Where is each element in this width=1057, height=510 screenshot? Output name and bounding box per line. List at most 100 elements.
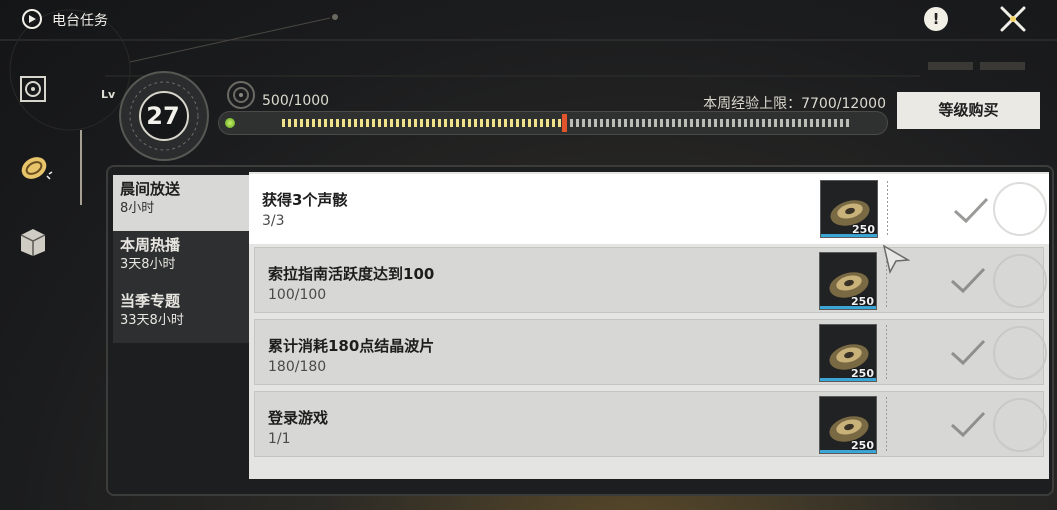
xp-tick bbox=[618, 119, 621, 127]
page-title: 电台任务 bbox=[52, 13, 108, 29]
xp-tick bbox=[432, 119, 435, 127]
sidebar-item-tasks-icon[interactable] bbox=[14, 148, 54, 188]
task-title: 索拉指南活跃度达到100 bbox=[268, 265, 435, 283]
level-number: 27 bbox=[146, 102, 180, 130]
xp-tick bbox=[822, 119, 825, 127]
xp-tick bbox=[306, 119, 309, 127]
progress-start-dot bbox=[225, 118, 235, 128]
xp-tick bbox=[666, 119, 669, 127]
xp-tick bbox=[720, 119, 723, 127]
xp-tick bbox=[810, 119, 813, 127]
decorative-ring bbox=[993, 182, 1047, 236]
xp-tick bbox=[714, 119, 717, 127]
reward-item[interactable]: 250 bbox=[819, 252, 877, 310]
xp-tick bbox=[444, 119, 447, 127]
decorative-ring bbox=[993, 326, 1047, 380]
reward-item[interactable]: 250 bbox=[819, 324, 877, 382]
xp-tick bbox=[354, 119, 357, 127]
xp-tick bbox=[804, 119, 807, 127]
reward-count: 250 bbox=[851, 295, 874, 308]
xp-tick bbox=[612, 119, 615, 127]
xp-tick bbox=[282, 119, 285, 127]
xp-tick bbox=[816, 119, 819, 127]
task-row[interactable]: 获得3个声骸 3/3 bbox=[249, 174, 1049, 244]
xp-tick bbox=[762, 119, 765, 127]
xp-tick bbox=[330, 119, 333, 127]
completed-check-icon bbox=[950, 411, 986, 438]
xp-tick bbox=[648, 119, 651, 127]
xp-tick bbox=[486, 119, 489, 127]
task-row[interactable]: 累计消耗180点结晶波片 180/180 bbox=[254, 319, 1044, 385]
xp-tick bbox=[492, 119, 495, 127]
xp-tick bbox=[504, 119, 507, 127]
completed-check-icon bbox=[950, 339, 986, 366]
xp-tick bbox=[570, 119, 573, 127]
task-progress: 1/1 bbox=[268, 431, 291, 447]
reward-item[interactable]: 250 bbox=[820, 180, 878, 238]
row-separator bbox=[886, 397, 887, 453]
level-label: Lv bbox=[101, 88, 116, 101]
weekly-limit-text: 本周经验上限：7700/12000 bbox=[703, 96, 886, 112]
decorative-ring bbox=[993, 254, 1047, 308]
xp-tick bbox=[708, 119, 711, 127]
reward-count: 250 bbox=[852, 223, 875, 236]
xp-tick bbox=[528, 119, 531, 127]
xp-tick bbox=[696, 119, 699, 127]
category-time: 3天8小时 bbox=[120, 257, 176, 272]
close-icon[interactable] bbox=[998, 4, 1028, 34]
category-tab-weekly[interactable]: 本周热播 3天8小时 bbox=[113, 231, 252, 287]
xp-tick bbox=[300, 119, 303, 127]
xp-tick bbox=[786, 119, 789, 127]
xp-tick bbox=[426, 119, 429, 127]
category-tab-season[interactable]: 当季专题 33天8小时 bbox=[113, 287, 252, 343]
xp-tick bbox=[312, 119, 315, 127]
sidebar-item-box-icon[interactable] bbox=[16, 225, 50, 259]
category-name: 晨间放送 bbox=[120, 180, 181, 198]
xp-tick bbox=[588, 119, 591, 127]
category-tab-morning[interactable]: 晨间放送 8小时 bbox=[113, 175, 252, 231]
xp-tick bbox=[744, 119, 747, 127]
xp-tick bbox=[378, 119, 381, 127]
xp-tick bbox=[474, 119, 477, 127]
xp-tick bbox=[576, 119, 579, 127]
decorative-ring bbox=[993, 398, 1047, 452]
task-title: 获得3个声骸 bbox=[262, 191, 348, 209]
xp-tick bbox=[510, 119, 513, 127]
category-time: 33天8小时 bbox=[120, 313, 184, 328]
xp-tick bbox=[690, 119, 693, 127]
reward-item[interactable]: 250 bbox=[819, 396, 877, 454]
xp-tick bbox=[516, 119, 519, 127]
xp-tick bbox=[768, 119, 771, 127]
xp-tick bbox=[318, 119, 321, 127]
row-separator bbox=[887, 181, 888, 237]
level-purchase-button[interactable]: 等级购买 bbox=[897, 92, 1040, 129]
xp-progress-text: 500/1000 bbox=[262, 93, 330, 109]
xp-tick bbox=[654, 119, 657, 127]
xp-tick bbox=[348, 119, 351, 127]
task-row[interactable]: 索拉指南活跃度达到100 100/100 bbox=[254, 247, 1044, 313]
xp-tick bbox=[408, 119, 411, 127]
xp-tick bbox=[462, 119, 465, 127]
xp-tick bbox=[684, 119, 687, 127]
xp-tick bbox=[366, 119, 369, 127]
radio-logo-icon bbox=[22, 9, 42, 29]
xp-tick bbox=[438, 119, 441, 127]
xp-progress-marker bbox=[562, 114, 567, 132]
xp-tick bbox=[456, 119, 459, 127]
category-name: 本周热播 bbox=[120, 236, 181, 254]
xp-tick bbox=[396, 119, 399, 127]
xp-tick bbox=[834, 119, 837, 127]
emblem-icon bbox=[227, 81, 255, 109]
xp-tick bbox=[558, 119, 561, 127]
help-icon[interactable]: ! bbox=[924, 7, 948, 31]
xp-tick bbox=[660, 119, 663, 127]
sidebar-item-record-icon[interactable] bbox=[16, 72, 50, 106]
row-separator bbox=[886, 325, 887, 381]
xp-tick bbox=[750, 119, 753, 127]
task-row[interactable]: 登录游戏 1/1 bbox=[254, 391, 1044, 457]
xp-tick bbox=[798, 119, 801, 127]
xp-tick bbox=[840, 119, 843, 127]
xp-tick bbox=[756, 119, 759, 127]
xp-tick bbox=[288, 119, 291, 127]
mouse-cursor-icon bbox=[882, 244, 910, 274]
